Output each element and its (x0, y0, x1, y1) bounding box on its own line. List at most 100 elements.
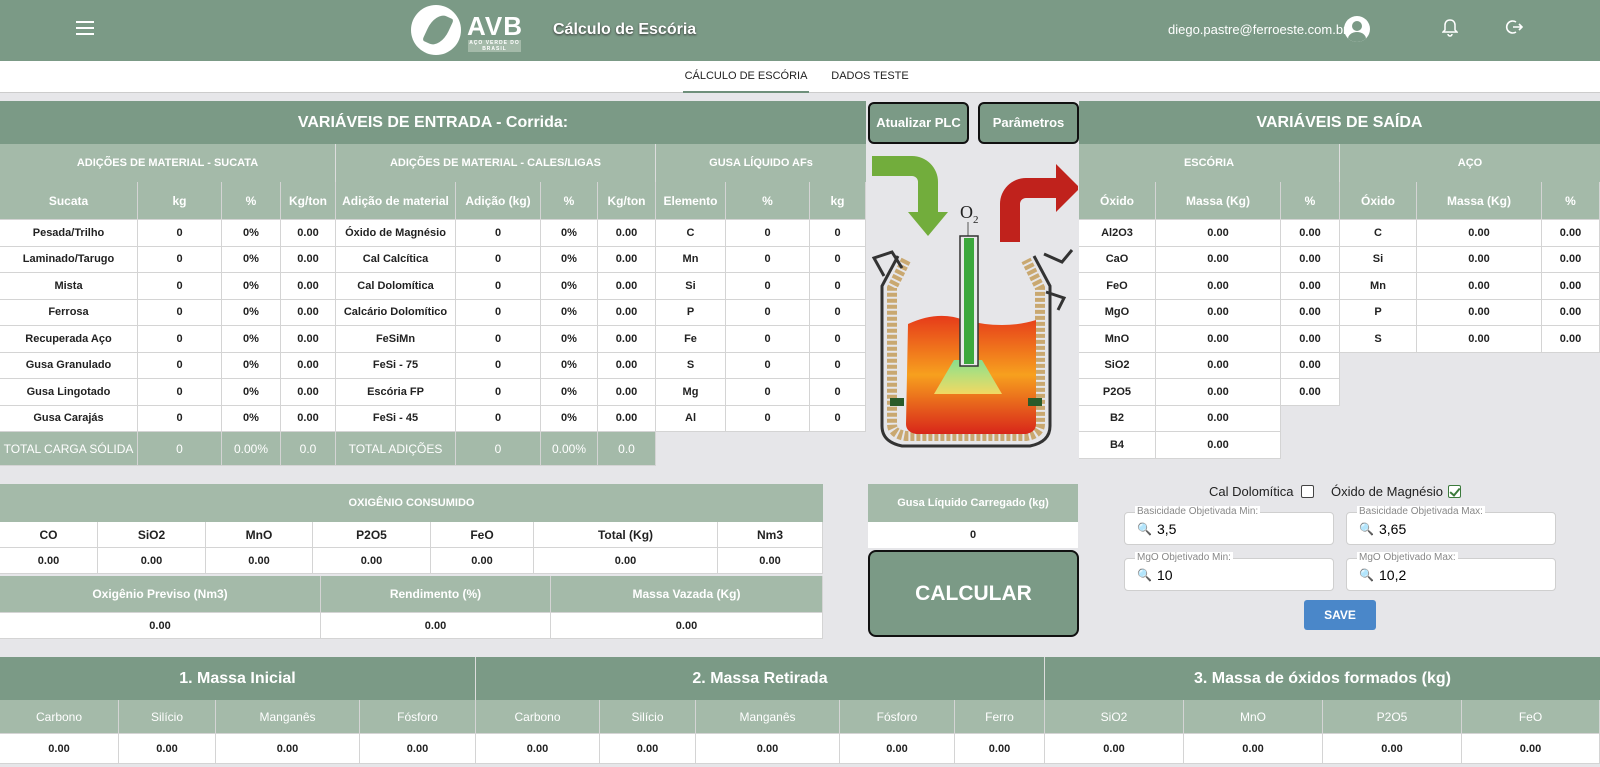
table-cell: Al (656, 405, 726, 432)
basicidade-min-field[interactable]: Basicidade Objetivada Min: 🔍 (1124, 506, 1334, 545)
table-cell: P (1340, 299, 1417, 326)
total-cell: TOTAL ADIÇÕES (336, 432, 456, 466)
atualizar-plc-button[interactable]: Atualizar PLC (868, 102, 969, 144)
column-header: P2O5 (313, 522, 431, 548)
table-cell: 0% (222, 273, 281, 300)
mgo-min-field[interactable]: MgO Objetivado Min: 🔍 (1124, 552, 1334, 591)
bell-icon[interactable] (1441, 19, 1459, 37)
column-header: Óxido (1079, 182, 1156, 220)
table-cell: 0.00 (281, 299, 336, 326)
mgo-max-input[interactable] (1379, 565, 1539, 585)
column-header: Fósforo (840, 700, 955, 734)
table-cell: 0.00 (1281, 326, 1340, 353)
gusa-title: GUSA LÍQUIDO AFs (656, 144, 866, 182)
table-cell: Laminado/Tarugo (0, 246, 138, 273)
table-cell: 0 (138, 299, 222, 326)
menu-icon[interactable] (76, 19, 94, 37)
column-header: Nm3 (718, 522, 823, 548)
table-cell: 0.00 (281, 352, 336, 379)
table-cell: 0% (222, 379, 281, 406)
table-cell: FeO (1079, 273, 1156, 300)
table-cell: 0.00 (0, 548, 98, 574)
table-cell: Óxido de Magnésio (336, 220, 456, 247)
mgo-max-field[interactable]: MgO Objetivado Max: 🔍 (1346, 552, 1556, 591)
table-cell: 0% (541, 220, 598, 247)
table-cell: 0 (726, 220, 810, 247)
table-cell: B4 (1079, 432, 1156, 459)
table-cell: 0.00 (1281, 246, 1340, 273)
sucata-table: Sucata kg% Kg/ton Pesada/Trilho 0 0% 0.00 Lamin… (0, 182, 336, 466)
table-cell: 0 (138, 246, 222, 273)
basicidade-max-field[interactable]: Basicidade Objetivada Max: 🔍 (1346, 506, 1556, 545)
table-cell: MnO (1079, 326, 1156, 353)
aco-table: Óxido Massa (Kg)% C 0.00 0.00 Si 0.00 0.00 Mn 0.0… (1340, 182, 1600, 353)
table-cell: 0.00 (598, 379, 656, 406)
column-header: CO (0, 522, 98, 548)
mgo-min-input[interactable] (1157, 565, 1317, 585)
table-cell: 0.00 (281, 246, 336, 273)
table-cell: 0.00 (1417, 273, 1542, 300)
app-title: Cálculo de Escória (553, 21, 697, 38)
table-cell: 0.00 (598, 220, 656, 247)
table-cell: 0.00 (281, 326, 336, 353)
massa-oxidos-table: SiO2 MnO P2O5 FeO 0.00 0.00 0.00 0.00 (1045, 700, 1600, 764)
table-cell: 0.00 (1156, 273, 1281, 300)
table-cell: Si (656, 273, 726, 300)
table-cell: 0.00 (1156, 246, 1281, 273)
avatar-icon[interactable] (1344, 16, 1370, 42)
calcular-button[interactable]: CALCULAR (868, 550, 1079, 637)
table-cell: 0% (222, 326, 281, 353)
tab-dados-teste[interactable]: DADOS TESTE (820, 61, 920, 93)
table-cell: 0.00 (313, 548, 431, 574)
save-button[interactable]: SAVE (1304, 600, 1376, 630)
basicidade-min-input[interactable] (1157, 519, 1317, 539)
column-header: Kg/ton (281, 182, 336, 220)
table-cell: 0 (456, 405, 541, 432)
table-cell: 0.00 (476, 734, 600, 764)
table-cell: 0% (222, 299, 281, 326)
column-header: P2O5 (1323, 700, 1462, 734)
table-cell: 0 (726, 352, 810, 379)
column-header: Oxigênio Previso (Nm3) (0, 576, 321, 613)
table-cell: 0.00 (1462, 734, 1600, 764)
basicidade-max-input[interactable] (1379, 519, 1539, 539)
table-cell: Mista (0, 273, 138, 300)
table-cell: 0.00 (534, 548, 718, 574)
tab-calculo-escoria[interactable]: CÁLCULO DE ESCÓRIA (683, 61, 809, 93)
table-cell: FeSiMn (336, 326, 456, 353)
table-cell: 0 (138, 220, 222, 247)
column-header: MnO (1184, 700, 1323, 734)
table-cell: 0.00 (598, 326, 656, 353)
parametros-button[interactable]: Parâmetros (978, 102, 1079, 144)
table-cell: 0% (222, 246, 281, 273)
search-icon: 🔍 (1137, 522, 1152, 536)
table-cell: 0.00 (1281, 273, 1340, 300)
table-cell: 0.00 (281, 273, 336, 300)
column-header: % (726, 182, 810, 220)
furnace-illustration: O 2 (868, 146, 1080, 462)
column-header: Elemento (656, 182, 726, 220)
table-cell: CaO (1079, 246, 1156, 273)
o2-subscript: 2 (973, 214, 979, 226)
furnace-svg: O 2 (871, 156, 1080, 448)
table-cell: 0 (810, 246, 866, 273)
table-cell: 0.00 (216, 734, 360, 764)
column-header: % (1281, 182, 1340, 220)
oxido-magnesio-checkbox[interactable] (1448, 485, 1461, 498)
table-cell: 0 (726, 299, 810, 326)
table-cell: 0.00 (840, 734, 955, 764)
table-cell: 0.00 (1156, 432, 1281, 459)
cal-dolomitica-checkbox[interactable] (1301, 485, 1314, 498)
table-cell: S (1340, 326, 1417, 353)
table-cell: 0 (138, 405, 222, 432)
table-cell: 0.00 (600, 734, 696, 764)
table-cell: 0.00 (1542, 273, 1600, 300)
logout-icon[interactable] (1505, 18, 1524, 36)
table-cell: 0.00 (598, 405, 656, 432)
oxido-magnesio-label: Óxido de Magnésio (1331, 484, 1444, 499)
table-cell: 0.00 (360, 734, 476, 764)
table-cell: Gusa Carajás (0, 405, 138, 432)
table-cell: Fe (656, 326, 726, 353)
table-cell: 0.00 (1281, 379, 1340, 406)
oxigenio-table: CO SiO2 MnO P2O5 FeO Total (Kg) Nm3 0.00 0.00 0.0… (0, 522, 823, 574)
